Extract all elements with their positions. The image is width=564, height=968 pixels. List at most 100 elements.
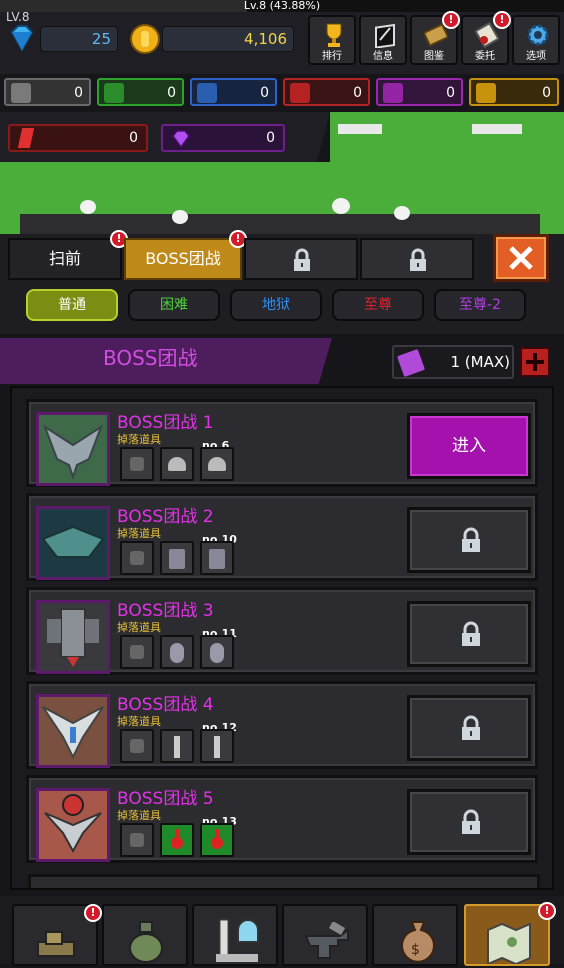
skull-icon: [332, 198, 350, 214]
top-bar: Lv.8 (43.88%) LV.8 25 4,106 排行 信息 图鉴 ! 委…: [0, 0, 564, 74]
locked-button[interactable]: [407, 695, 531, 761]
ticket-icon: [396, 348, 426, 378]
locked-button[interactable]: [407, 601, 531, 667]
red-crystal-counter: 0: [8, 124, 148, 152]
difficulty-supreme[interactable]: 至尊: [332, 289, 424, 321]
close-button[interactable]: [493, 234, 549, 282]
drop-item-flask: [200, 823, 234, 857]
red-ore-icon: [290, 83, 310, 103]
gold-coin-icon: [130, 24, 160, 54]
ore-icon: [130, 645, 144, 659]
orb-icon: [210, 643, 224, 663]
drop-item-ore: [120, 635, 154, 669]
locked-button[interactable]: [407, 507, 531, 573]
nav-potion[interactable]: [102, 904, 188, 966]
nav-anvil[interactable]: [282, 904, 368, 966]
ticket-count: 1 (MAX): [450, 353, 511, 371]
boss-card-3: BOSS团战 3 掉落道具 no.11: [26, 587, 538, 675]
locked-button[interactable]: [407, 789, 531, 855]
tab-sweep[interactable]: 扫前 !: [8, 230, 128, 280]
boss-title-3: BOSS团战 3: [117, 601, 214, 621]
orb-icon: [170, 643, 184, 663]
tab-boss-raid-label: BOSS团战: [145, 249, 221, 268]
list-item: [28, 874, 540, 888]
drop-item-armor: [160, 541, 194, 575]
lock-icon: [460, 621, 482, 647]
ranking-button[interactable]: 排行: [308, 15, 356, 65]
nav-money-bag[interactable]: $: [372, 904, 458, 966]
drop-item-helmet: [200, 447, 234, 481]
boss-card-1: BOSS团战 1 掉落道具 no.6 进入: [26, 399, 538, 487]
resource-purple-value: 0: [446, 85, 455, 101]
drop-item-helmet: [160, 447, 194, 481]
lock-icon: [292, 248, 312, 272]
wrench-icon: [174, 736, 180, 758]
nav-tank[interactable]: !: [12, 904, 102, 966]
resource-purple: 0: [376, 78, 463, 106]
resource-gray-value: 0: [74, 85, 83, 101]
tab-boss-raid[interactable]: BOSS团战 !: [124, 230, 247, 280]
collection-label: 图鉴: [424, 51, 444, 62]
diamond-icon: [6, 24, 38, 54]
lock-icon: [460, 809, 482, 835]
gold-ore-icon: [476, 83, 496, 103]
drop-label-3: 掉落道具: [117, 621, 161, 634]
difficulty-normal[interactable]: 普通: [26, 289, 118, 321]
purple-diamond-icon: [171, 130, 191, 149]
tab-locked-2[interactable]: [360, 238, 474, 280]
green-ore-icon: [104, 83, 124, 103]
resource-gold: 0: [469, 78, 559, 106]
battlefield-grass-top: [330, 112, 564, 162]
difficulty-hell[interactable]: 地狱: [230, 289, 322, 321]
purple-diamond-value: 0: [266, 130, 275, 146]
raid-ticket-counter: 1 (MAX): [392, 345, 514, 379]
nav-lab[interactable]: [192, 904, 278, 966]
drop-item-wrench: [200, 729, 234, 763]
options-label: 选项: [526, 51, 546, 62]
boss-title-4: BOSS团战 4: [117, 695, 214, 715]
boss-card-2: BOSS团战 2 掉落道具 no.10: [26, 493, 538, 581]
info-button[interactable]: 信息: [359, 15, 407, 65]
money-bag-icon: $: [398, 918, 438, 964]
map-icon: [484, 920, 534, 966]
ore-icon: [130, 551, 144, 565]
skull-icon: [172, 210, 188, 224]
bones-icon: [472, 124, 522, 134]
ore-icon: [130, 833, 144, 847]
drop-item-armor: [200, 541, 234, 575]
options-button[interactable]: 选项: [512, 15, 560, 65]
resource-red: 0: [283, 78, 370, 106]
resource-green: 0: [97, 78, 184, 106]
lock-icon: [408, 248, 428, 272]
collection-button[interactable]: 图鉴 !: [410, 11, 460, 65]
resource-blue: 0: [190, 78, 277, 106]
nav-map[interactable]: !: [464, 902, 556, 966]
blue-ore-icon: [197, 83, 217, 103]
boss-thumbnail-4: [36, 694, 110, 768]
add-ticket-button[interactable]: [520, 347, 550, 377]
resource-red-value: 0: [353, 85, 362, 101]
skull-icon: [394, 206, 410, 220]
commission-button[interactable]: 委托 !: [461, 11, 511, 65]
tab-locked-1[interactable]: [244, 238, 358, 280]
xp-bar: Lv.8 (43.88%): [0, 0, 564, 12]
drop-item-flask: [160, 823, 194, 857]
difficulty-hard[interactable]: 困难: [128, 289, 220, 321]
boss-thumbnail-5: [36, 788, 110, 862]
enter-button[interactable]: 进入: [407, 413, 531, 479]
drop-item-wrench: [160, 729, 194, 763]
boss-title-1: BOSS团战 1: [117, 413, 214, 433]
ore-icon: [130, 457, 144, 471]
player-level: LV.8: [6, 10, 30, 24]
boss-title-2: BOSS团战 2: [117, 507, 214, 527]
red-crystal-value: 0: [129, 130, 138, 146]
gold-count: 4,106: [162, 26, 294, 52]
lock-icon: [460, 527, 482, 553]
resource-blue-value: 0: [260, 85, 269, 101]
difficulty-supreme-2[interactable]: 至尊-2: [434, 289, 526, 321]
helmet-icon: [208, 457, 226, 471]
boss-thumbnail-1: [36, 412, 110, 486]
tank-icon: [34, 922, 78, 962]
tab-sweep-label: 扫前: [48, 249, 81, 268]
drop-item-ore: [120, 541, 154, 575]
